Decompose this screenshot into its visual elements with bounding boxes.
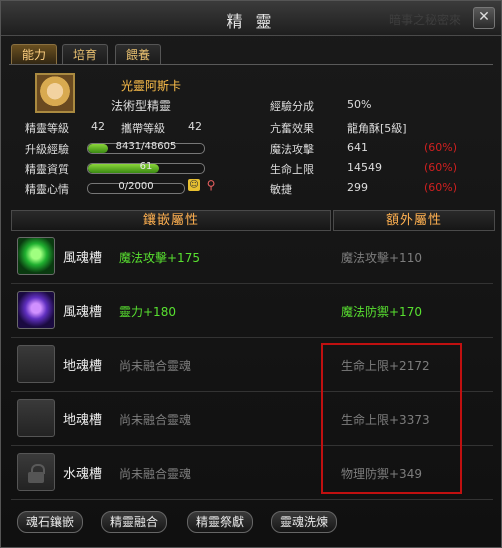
lock-icon[interactable] <box>17 453 55 491</box>
close-icon[interactable]: ✕ <box>473 7 495 29</box>
right-stat-label: 敏捷 <box>270 183 292 196</box>
spirit-type: 法術型精靈 <box>111 99 172 113</box>
slot-name: 水魂槽 <box>63 467 103 482</box>
right-stat-label: 魔法攻擊 <box>270 143 314 156</box>
carry-level-label: 攜帶等級 <box>121 122 165 135</box>
soul-slot-row[interactable]: 風魂槽 靈力+180 魔法防禦+170 <box>11 285 493 338</box>
inlay-attributes-header: 鑲嵌屬性 <box>11 210 331 231</box>
soul-slot-row[interactable]: 風魂槽 魔法攻擊+175 魔法攻擊+110 <box>11 231 493 284</box>
slot-inlay-attribute: 魔法攻擊+175 <box>119 251 200 265</box>
mood-bar: 0/2000 <box>87 181 185 194</box>
slot-name: 地魂槽 <box>63 359 103 374</box>
smile-face-icon: ☺ <box>188 179 200 191</box>
slot-extra-attribute: 魔法防禦+170 <box>341 305 422 319</box>
mood-bar-text: 0/2000 <box>118 181 154 192</box>
lock-body <box>28 472 44 483</box>
slot-name: 風魂槽 <box>63 305 103 320</box>
spirit-level-label: 精靈等級 <box>25 122 69 135</box>
spirit-window: 精 靈 暗事之秘密來 ✕ 能力 培育 餵養 光靈阿斯卡 法術型精靈 精靈等級 4… <box>0 0 502 548</box>
right-stat-value: 14549 <box>347 161 382 174</box>
right-stat-label: 亢奮效果 <box>270 122 314 135</box>
aptitude-label: 精靈資質 <box>25 163 69 176</box>
right-stat-label: 生命上限 <box>270 163 314 176</box>
spirit-level-value: 42 <box>91 120 105 133</box>
spirit-portrait-icon[interactable] <box>35 73 75 113</box>
exp-bar-text: 8431/48605 <box>115 141 177 152</box>
right-stat-percent: (60%) <box>424 161 458 174</box>
right-stat-percent: (60%) <box>424 141 458 154</box>
slot-extra-attribute: 魔法攻擊+110 <box>341 251 422 265</box>
magic-wand-icon[interactable]: ⚲ <box>204 179 218 192</box>
tab-feed[interactable]: 餵養 <box>115 44 162 65</box>
empty-slot-icon[interactable] <box>17 399 55 437</box>
highlight-box <box>321 343 462 494</box>
exp-label: 升級經驗 <box>25 143 69 156</box>
carry-level-value: 42 <box>188 120 202 133</box>
tab-cultivate[interactable]: 培育 <box>62 44 109 65</box>
right-stat-value: 50% <box>347 98 372 111</box>
soul-refine-button[interactable]: 靈魂洗煉 <box>271 511 338 533</box>
right-stat-value: 299 <box>347 181 368 194</box>
right-stat-label: 經驗分成 <box>270 100 314 113</box>
empty-slot-icon[interactable] <box>17 345 55 383</box>
slot-inlay-attribute: 尚未融合靈魂 <box>119 359 192 373</box>
wind-soul-gem-icon[interactable] <box>17 237 55 275</box>
tab-divider <box>9 64 493 65</box>
right-stat-value: 龍角酥[5級] <box>347 122 407 135</box>
aptitude-bar: 61 <box>87 161 205 174</box>
spirit-name: 光靈阿斯卡 <box>121 79 182 93</box>
spirit-sacrifice-button[interactable]: 精靈祭獻 <box>187 511 254 533</box>
slot-name: 地魂槽 <box>63 413 103 428</box>
slot-inlay-attribute: 靈力+180 <box>119 305 176 319</box>
mood-label: 精靈心情 <box>25 183 69 196</box>
soul-stone-inlay-button[interactable]: 魂石鑲嵌 <box>17 511 84 533</box>
right-stat-percent: (60%) <box>424 181 458 194</box>
spirit-soul-gem-icon[interactable] <box>17 291 55 329</box>
exp-bar: 8431/48605 <box>87 141 205 154</box>
right-stat-value: 641 <box>347 141 368 154</box>
slot-name: 風魂槽 <box>63 251 103 266</box>
title-background-text: 暗事之秘密來 <box>388 13 461 27</box>
tab-ability[interactable]: 能力 <box>11 44 58 65</box>
slot-inlay-attribute: 尚未融合靈魂 <box>119 467 192 481</box>
title-bar[interactable]: 精 靈 暗事之秘密來 ✕ <box>1 1 501 36</box>
extra-attributes-header: 額外屬性 <box>333 210 495 231</box>
slot-inlay-attribute: 尚未融合靈魂 <box>119 413 192 427</box>
aptitude-bar-text: 61 <box>139 161 153 172</box>
spirit-fusion-button[interactable]: 精靈融合 <box>101 511 168 533</box>
